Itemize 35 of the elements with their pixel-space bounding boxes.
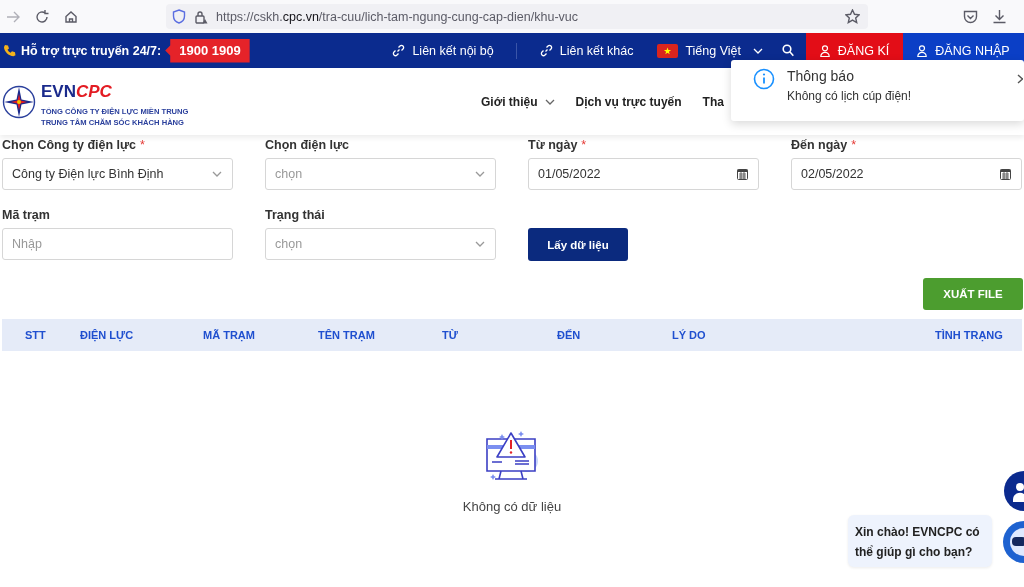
support-label: Hỗ trợ trực truyến 24/7: bbox=[21, 43, 162, 58]
nav-item[interactable]: Tha bbox=[702, 94, 724, 109]
input-field[interactable]: Nhập bbox=[2, 228, 233, 260]
field-label: Mã trạm bbox=[2, 208, 51, 222]
empty-state-message: Không có dữ liệu bbox=[462, 499, 562, 514]
field-label: Chọn Công ty điện lực * bbox=[2, 138, 146, 152]
column-header: LÝ DO bbox=[672, 328, 706, 342]
fetch-data-button[interactable]: Lấy dữ liệu bbox=[528, 228, 628, 261]
column-header: TỪ bbox=[442, 328, 458, 342]
link-item[interactable]: Liên kết khác bbox=[539, 43, 634, 58]
date-field[interactable]: 02/05/2022 bbox=[791, 158, 1022, 190]
language-selector[interactable]: Tiếng Việt bbox=[685, 43, 741, 58]
column-header: ĐẾN bbox=[557, 328, 581, 342]
field-label: Trạng thái bbox=[265, 208, 326, 222]
field-label: Từ ngày * bbox=[528, 138, 588, 152]
notification-message: Không có lịch cúp điện! bbox=[787, 89, 912, 103]
column-header: TÌNH TRẠNG bbox=[935, 328, 1003, 342]
notification-title: Thông báo bbox=[787, 68, 855, 84]
url-text: https://cskh.cpc.vn/tra-cuu/lich-tam-ngung-cung-cap-dien/khu-vuc bbox=[216, 9, 578, 24]
select-field[interactable]: Công ty Điện lực Bình Định bbox=[2, 158, 233, 190]
column-header: ĐIỆN LỰC bbox=[80, 328, 134, 342]
link-item[interactable]: Liên kết nội bộ bbox=[392, 43, 494, 58]
column-header: STT bbox=[25, 328, 46, 342]
chat-greeting-bubble: Xin chào! EVNCPC có thể giúp gì cho bạn? bbox=[848, 515, 992, 567]
field-label: Đến ngày * bbox=[791, 138, 858, 152]
nav-item[interactable]: Dịch vụ trực tuyến bbox=[575, 94, 682, 109]
date-field[interactable]: 01/05/2022 bbox=[528, 158, 759, 190]
brand-name: EVN bbox=[41, 82, 76, 101]
field-label: Chọn điện lực bbox=[265, 138, 351, 152]
column-header: MÃ TRẠM bbox=[203, 328, 255, 342]
nav-item[interactable]: Giới thiệu bbox=[481, 94, 555, 109]
brand-name-accent: CPC bbox=[75, 82, 112, 101]
hotline-badge: 1900 1909 bbox=[165, 38, 250, 63]
column-header: TÊN TRẠM bbox=[318, 328, 375, 342]
address-bar[interactable]: https://cskh.cpc.vn/tra-cuu/lich-tam-ngung-cung-cap-dien/khu-vuc bbox=[166, 4, 868, 29]
